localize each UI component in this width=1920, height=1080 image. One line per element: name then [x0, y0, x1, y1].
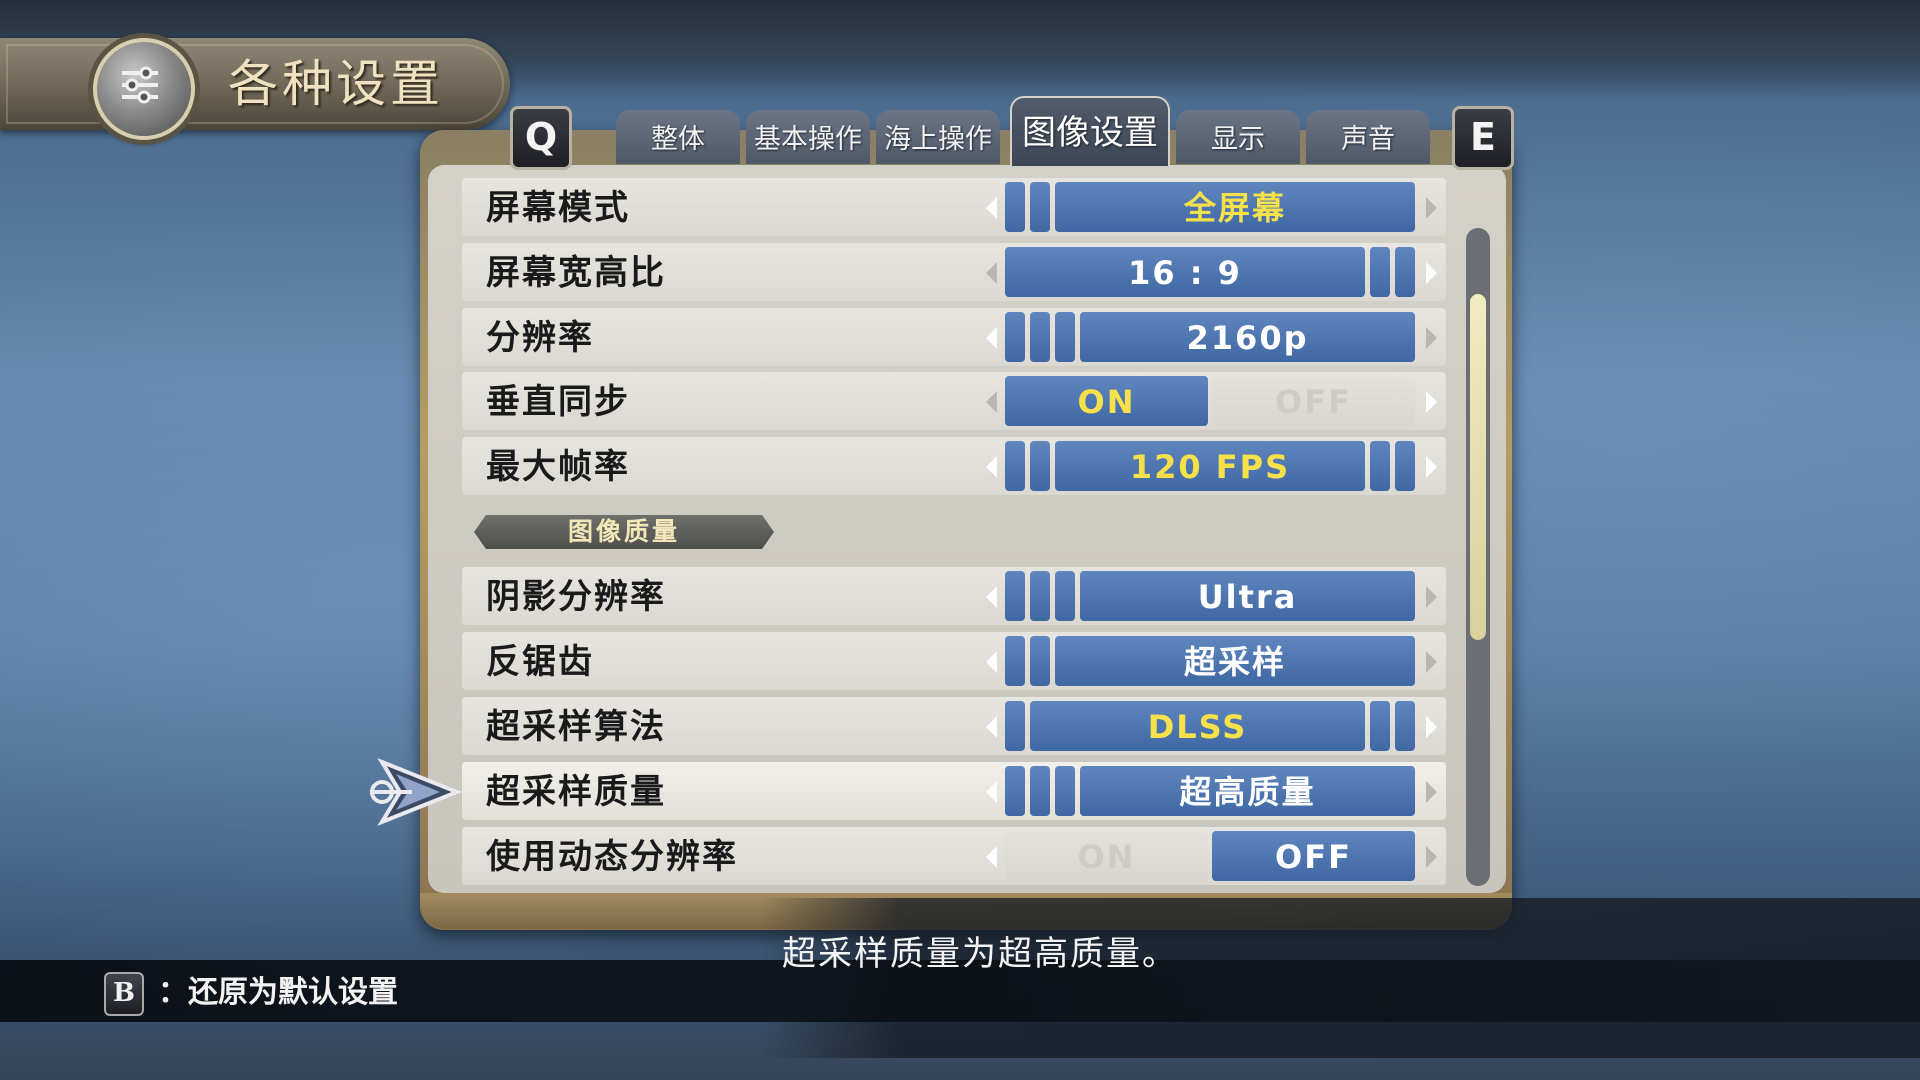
selection-cursor-icon: [362, 752, 463, 832]
option-segment: [1005, 766, 1025, 816]
setting-label: 超采样质量: [486, 772, 666, 812]
setting-row-aspect-ratio[interactable]: 屏幕宽高比 16 : 9: [462, 243, 1446, 301]
option-segment: [1005, 571, 1025, 621]
tab-display[interactable]: 显示: [1176, 110, 1300, 164]
arrow-left-icon[interactable]: [986, 456, 997, 478]
setting-value: DLSS: [1030, 701, 1365, 751]
option-segment: [1005, 441, 1025, 491]
restore-defaults-label: ：还原为默认设置: [158, 975, 398, 1010]
arrow-left-icon[interactable]: [986, 197, 997, 219]
arrow-left-icon[interactable]: [986, 651, 997, 673]
arrow-right-icon[interactable]: [1426, 716, 1437, 738]
arrow-right-icon[interactable]: [1426, 781, 1437, 803]
setting-value: 超高质量: [1080, 766, 1415, 816]
tab-overall[interactable]: 整体: [616, 110, 740, 164]
setting-label: 分辨率: [486, 318, 594, 358]
dynamic-resolution-on-option[interactable]: ON: [1005, 831, 1208, 881]
setting-row-vsync[interactable]: 垂直同步 ON OFF: [462, 372, 1446, 430]
vsync-off-option[interactable]: OFF: [1212, 376, 1415, 426]
arrow-right-icon[interactable]: [1426, 651, 1437, 673]
setting-value: 全屏幕: [1055, 182, 1415, 232]
option-segment: [1005, 182, 1025, 232]
setting-row-resolution[interactable]: 分辨率 2160p: [462, 308, 1446, 366]
tab-basic-controls[interactable]: 基本操作: [746, 110, 870, 164]
dynamic-resolution-off-option[interactable]: OFF: [1212, 831, 1415, 881]
setting-value: 120 FPS: [1055, 441, 1365, 491]
setting-label: 使用动态分辨率: [486, 837, 738, 877]
setting-row-upscale-quality[interactable]: 超采样质量 超高质量: [462, 762, 1446, 820]
setting-label: 垂直同步: [486, 382, 630, 422]
option-segment: [1395, 441, 1415, 491]
scrollbar-thumb[interactable]: [1470, 294, 1486, 640]
arrow-left-icon[interactable]: [986, 781, 997, 803]
arrow-left-icon[interactable]: [986, 327, 997, 349]
setting-row-dynamic-resolution[interactable]: 使用动态分辨率 ON OFF: [462, 827, 1446, 885]
arrow-left-icon[interactable]: [986, 846, 997, 868]
option-segment: [1030, 182, 1050, 232]
setting-row-upscale-algorithm[interactable]: 超采样算法 DLSS: [462, 697, 1446, 755]
settings-sliders-icon: [93, 38, 195, 140]
setting-row-max-fps[interactable]: 最大帧率 120 FPS: [462, 437, 1446, 495]
vsync-on-option[interactable]: ON: [1005, 376, 1208, 426]
option-segment: [1030, 571, 1050, 621]
setting-description: 超采样质量为超高质量。: [782, 934, 1178, 974]
arrow-right-icon[interactable]: [1426, 846, 1437, 868]
option-segment: [1370, 441, 1390, 491]
arrow-left-icon[interactable]: [986, 391, 997, 413]
setting-value: 16 : 9: [1005, 247, 1365, 297]
option-segment: [1005, 636, 1025, 686]
arrow-right-icon[interactable]: [1426, 327, 1437, 349]
setting-row-screen-mode[interactable]: 屏幕模式 全屏幕: [462, 178, 1446, 236]
arrow-left-icon[interactable]: [986, 586, 997, 608]
arrow-left-icon[interactable]: [986, 262, 997, 284]
setting-label: 最大帧率: [486, 447, 630, 487]
setting-row-shadow-resolution[interactable]: 阴影分辨率 Ultra: [462, 567, 1446, 625]
page-title: 各种设置: [228, 55, 444, 113]
setting-row-antialiasing[interactable]: 反锯齿 超采样: [462, 632, 1446, 690]
setting-value: 2160p: [1080, 312, 1415, 362]
arrow-right-icon[interactable]: [1426, 391, 1437, 413]
option-segment: [1395, 701, 1415, 751]
option-segment: [1030, 312, 1050, 362]
b-button-key[interactable]: B: [104, 972, 144, 1016]
option-segment: [1055, 312, 1075, 362]
arrow-right-icon[interactable]: [1426, 262, 1437, 284]
option-segment: [1395, 247, 1415, 297]
section-header-image-quality: 图像质量: [474, 515, 774, 549]
setting-value: 超采样: [1055, 636, 1415, 686]
option-segment: [1005, 312, 1025, 362]
option-segment: [1370, 247, 1390, 297]
option-segment: [1030, 636, 1050, 686]
next-tab-key-e[interactable]: E: [1452, 106, 1514, 170]
option-segment: [1370, 701, 1390, 751]
setting-label: 反锯齿: [486, 642, 594, 682]
setting-label: 超采样算法: [486, 707, 666, 747]
tab-sound[interactable]: 声音: [1306, 110, 1430, 164]
prev-tab-key-q[interactable]: Q: [510, 106, 572, 170]
setting-label: 阴影分辨率: [486, 577, 666, 617]
arrow-right-icon[interactable]: [1426, 197, 1437, 219]
setting-label: 屏幕宽高比: [486, 253, 666, 293]
option-segment: [1055, 571, 1075, 621]
option-segment: [1005, 701, 1025, 751]
arrow-right-icon[interactable]: [1426, 456, 1437, 478]
tab-graphics-settings[interactable]: 图像设置: [1010, 96, 1170, 166]
arrow-right-icon[interactable]: [1426, 586, 1437, 608]
arrow-left-icon[interactable]: [986, 716, 997, 738]
setting-label: 屏幕模式: [486, 188, 630, 228]
setting-value: Ultra: [1080, 571, 1415, 621]
tab-sea-controls[interactable]: 海上操作: [876, 110, 1000, 164]
option-segment: [1030, 441, 1050, 491]
option-segment: [1030, 766, 1050, 816]
option-segment: [1055, 766, 1075, 816]
